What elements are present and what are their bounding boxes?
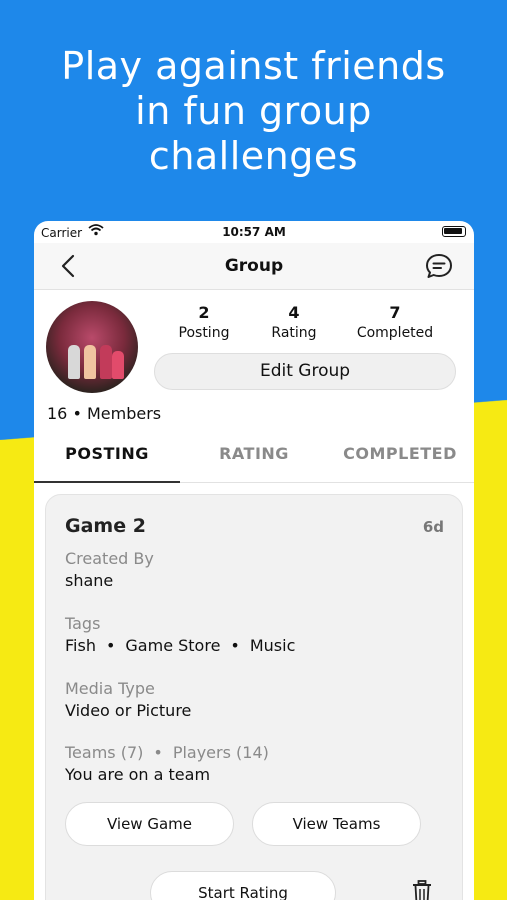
stat-value: 4	[288, 303, 300, 322]
players-count: Players (14)	[172, 743, 269, 762]
tag-item: Game Store	[125, 636, 221, 655]
view-teams-button[interactable]: View Teams	[252, 802, 421, 846]
edit-group-button[interactable]: Edit Group	[154, 353, 456, 390]
teams-players-label: Teams (7) • Players (14)	[65, 743, 269, 762]
created-by-value: shane	[65, 571, 114, 590]
stat-label: Rating	[271, 325, 317, 341]
team-status: You are on a team	[65, 765, 211, 784]
tags-list: Fish • Game Store • Music	[65, 636, 295, 655]
tab-posting[interactable]: POSTING	[34, 433, 180, 483]
chat-button[interactable]	[424, 251, 454, 281]
stat-value: 7	[389, 303, 401, 322]
start-rating-button[interactable]: Start Rating	[150, 871, 336, 900]
group-avatar[interactable]	[46, 301, 138, 393]
tab-rating[interactable]: RATING	[181, 433, 327, 483]
page-title: Group	[224, 256, 284, 276]
teams-count: Teams (7)	[65, 743, 144, 762]
stat-posting[interactable]: 2 Posting	[172, 303, 236, 341]
navigation-bar: Group	[34, 243, 474, 290]
separator-dot: •	[153, 743, 163, 762]
stat-rating[interactable]: 4 Rating	[262, 303, 326, 341]
game-card: Game 2 6d Created By shane Tags Fish • Gam…	[45, 494, 463, 900]
tag-item: Music	[249, 636, 296, 655]
avatar-figure	[100, 345, 112, 379]
tag-separator: •	[230, 636, 240, 655]
headline-line-2: in fun group	[135, 89, 372, 133]
chat-bubble-icon	[426, 254, 452, 278]
tags-label: Tags	[65, 614, 101, 633]
stat-value: 2	[198, 303, 210, 322]
created-by-label: Created By	[65, 549, 154, 568]
stat-label: Completed	[356, 325, 434, 341]
avatar-figure	[68, 345, 80, 379]
delete-button[interactable]	[412, 880, 432, 900]
phone-screen: Carrier 10:57 AM Group 2 Posting 4 Ratin…	[34, 221, 474, 900]
game-age: 6d	[422, 518, 444, 536]
headline-line-3: challenges	[148, 134, 359, 178]
tab-completed[interactable]: COMPLETED	[327, 433, 473, 483]
stat-completed[interactable]: 7 Completed	[350, 303, 440, 341]
game-title: Game 2	[65, 515, 146, 537]
avatar-figure	[112, 351, 124, 379]
media-type-value: Video or Picture	[65, 701, 192, 720]
tag-separator: •	[105, 636, 116, 655]
tag-item: Fish	[65, 636, 96, 655]
status-time: 10:57 AM	[222, 225, 286, 239]
view-game-button[interactable]: View Game	[65, 802, 234, 846]
battery-icon	[442, 226, 466, 237]
headline-line-1: Play against friends	[61, 44, 446, 88]
tab-bar: POSTING RATING COMPLETED	[34, 433, 474, 483]
stat-label: Posting	[178, 325, 230, 341]
media-type-label: Media Type	[65, 679, 155, 698]
promo-headline: Play against friends in fun group challe…	[0, 44, 507, 179]
members-count[interactable]: 16 • Members	[47, 404, 161, 423]
status-bar: Carrier 10:57 AM	[34, 221, 474, 243]
avatar-figure	[84, 345, 96, 379]
trash-icon	[413, 880, 431, 900]
